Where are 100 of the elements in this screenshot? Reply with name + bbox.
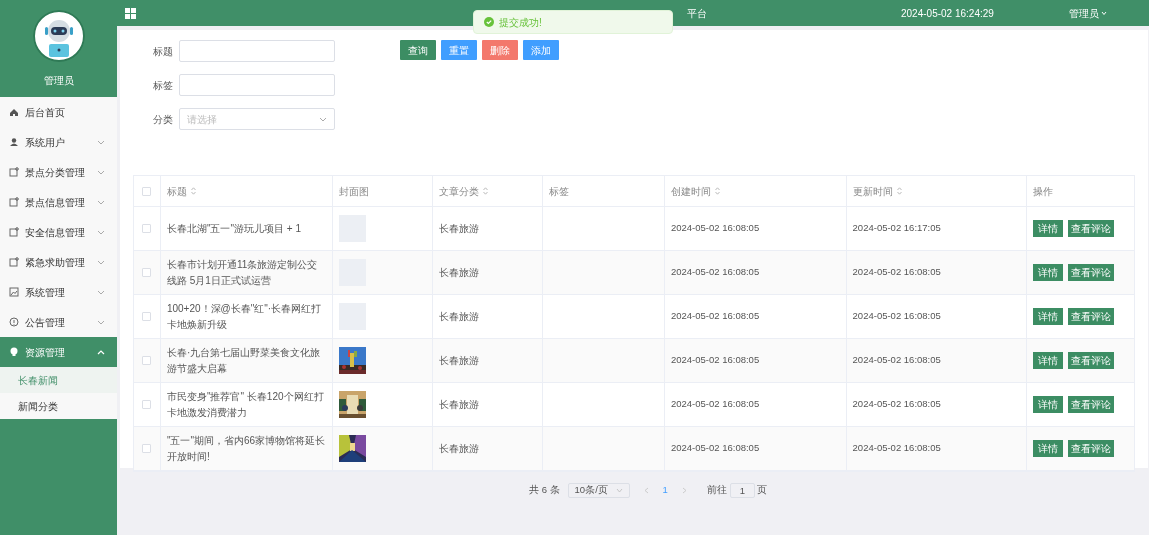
table-cell-text: 长春市计划开通11条旅游定制公交线路 5月1日正式试运营 xyxy=(166,257,319,288)
comments-button[interactable]: 查看评论 xyxy=(1068,308,1115,325)
chevron-down-icon xyxy=(97,138,105,146)
details-button[interactable]: 详情 xyxy=(1033,396,1064,413)
action-button[interactable]: 添加 xyxy=(523,40,559,60)
menu-item[interactable]: 后台首页 xyxy=(0,97,117,127)
column-header[interactable]: 封面图 xyxy=(338,183,369,199)
user-name: 管理员 xyxy=(43,74,74,88)
sort-icon xyxy=(896,187,902,195)
page-size-select[interactable]: 10条/页 xyxy=(567,483,630,498)
table-cell: 2024-05-02 16:08:05 xyxy=(852,309,941,324)
checkbox[interactable] xyxy=(142,356,152,365)
sort-icon xyxy=(190,187,196,195)
menu-item[interactable]: 景点信息管理 xyxy=(0,187,117,217)
document-icon xyxy=(9,227,19,237)
column-header[interactable]: 标签 xyxy=(549,183,570,199)
page-number[interactable]: 1 xyxy=(656,483,674,498)
submenu-item[interactable]: 新闻分类 xyxy=(0,393,117,419)
comments-button[interactable]: 查看评论 xyxy=(1068,220,1115,237)
table-cell-text: "五一"期间，省内66家博物馆将延长开放时间! xyxy=(166,433,326,464)
table-cell-text: 长春旅游 xyxy=(439,222,480,236)
column-header[interactable]: 文章分类 xyxy=(439,183,489,199)
table-cell: 2024-05-02 16:08:05 xyxy=(852,353,941,368)
text-input[interactable] xyxy=(179,74,335,96)
table-cell-text: 市民变身"推荐官" 长春120个网红打卡地激发消费潜力 xyxy=(166,389,325,420)
details-button[interactable]: 详情 xyxy=(1033,440,1064,457)
text-input[interactable] xyxy=(179,40,335,62)
checkbox[interactable] xyxy=(142,444,152,453)
menu-item[interactable]: 系统管理 xyxy=(0,277,117,307)
table-cell: 2024-05-02 16:08:05 xyxy=(670,221,760,236)
comments-button[interactable]: 查看评论 xyxy=(1068,396,1115,413)
action-button[interactable]: 查询 xyxy=(400,40,436,60)
next-page-icon xyxy=(681,487,687,494)
field-label: 标题 xyxy=(152,44,173,59)
chevron-up-icon xyxy=(97,348,105,356)
field-label: 分类 xyxy=(152,112,173,127)
date-time: 2024-05-02 16:24:29 xyxy=(901,6,994,21)
details-button[interactable]: 详情 xyxy=(1033,308,1064,325)
table-cell: 2024-05-02 16:08:05 xyxy=(670,397,760,412)
table-cell: 2024-05-02 16:08:05 xyxy=(670,309,760,324)
column-header[interactable]: 创建时间 xyxy=(670,183,720,199)
menu-item[interactable]: 系统用户 xyxy=(0,127,117,157)
user-icon xyxy=(9,137,19,147)
chevron-down-icon xyxy=(97,288,105,296)
table-cell: 2024-05-02 16:08:05 xyxy=(670,265,760,280)
sort-icon xyxy=(714,187,720,195)
action-button[interactable]: 删除 xyxy=(482,40,518,60)
table-cell: 2024-05-02 16:08:05 xyxy=(852,441,941,456)
column-header[interactable]: 标题 xyxy=(166,183,196,199)
check-circle-icon xyxy=(484,17,494,27)
table-cell-text: 长春旅游 xyxy=(439,310,480,324)
checkbox[interactable] xyxy=(142,224,152,233)
chevron-down-icon xyxy=(615,488,623,493)
image-icon xyxy=(9,287,19,297)
field-label: 标签 xyxy=(152,78,173,93)
details-button[interactable]: 详情 xyxy=(1033,352,1064,369)
toast-message: 提交成功! xyxy=(499,15,542,30)
chevron-down-icon xyxy=(319,115,327,123)
menu-item[interactable]: 紧急求助管理 xyxy=(0,247,117,277)
submenu-item[interactable]: 长春新闻 xyxy=(0,367,117,393)
menu-item[interactable]: 景点分类管理 xyxy=(0,157,117,187)
home-icon xyxy=(9,107,19,117)
column-header[interactable]: 更新时间 xyxy=(852,183,902,199)
table-cell: 2024-05-02 16:08:05 xyxy=(852,265,941,280)
table-cell-text: 长春旅游 xyxy=(439,266,480,280)
comments-button[interactable]: 查看评论 xyxy=(1068,352,1115,369)
comments-button[interactable]: 查看评论 xyxy=(1068,264,1115,281)
grid-menu-icon xyxy=(125,7,136,19)
comments-button[interactable]: 查看评论 xyxy=(1068,440,1115,457)
sort-icon xyxy=(483,187,489,195)
caret-icon xyxy=(1100,10,1107,16)
page-input[interactable]: 1 xyxy=(729,483,755,498)
details-button[interactable]: 详情 xyxy=(1033,264,1064,281)
lightbulb-icon xyxy=(9,347,19,357)
checkbox[interactable] xyxy=(142,312,152,321)
menu-item[interactable]: 公告管理 xyxy=(0,307,117,337)
details-button[interactable]: 详情 xyxy=(1033,220,1064,237)
table-cell-text: 长春旅游 xyxy=(439,442,480,456)
page-title: 平台 xyxy=(687,6,708,21)
total-count: 共 6 条 xyxy=(529,483,560,498)
menu-item[interactable]: 安全信息管理 xyxy=(0,217,117,247)
table-cell: 2024-05-02 16:08:05 xyxy=(670,441,760,456)
checkbox[interactable] xyxy=(142,400,152,409)
checkbox[interactable] xyxy=(142,268,152,277)
table-cell-text: 长春旅游 xyxy=(439,398,480,412)
document-icon xyxy=(9,257,19,267)
user-menu[interactable]: 管理员 xyxy=(1068,5,1107,21)
column-header[interactable]: 操作 xyxy=(1033,183,1054,199)
checkbox[interactable] xyxy=(142,186,152,196)
document-icon xyxy=(9,167,19,177)
action-button[interactable]: 重置 xyxy=(441,40,477,60)
menu-item[interactable]: 资源管理 xyxy=(0,337,117,367)
chevron-down-icon xyxy=(97,168,105,176)
table-cell-text: 长春北湖"五一"游玩儿项目 + 1 xyxy=(166,221,301,236)
table-cell: 2024-05-02 16:17:05 xyxy=(852,221,941,236)
table-cell-text: 100+20！深@长春"红"·长春网红打卡地焕新升级 xyxy=(166,301,323,332)
chevron-down-icon xyxy=(97,198,105,206)
previous-page-icon xyxy=(643,487,649,494)
goto-label: 前往 xyxy=(706,483,727,498)
table-cell-text: 长春·九台第七届山野菜美食文化旅游节盛大启幕 xyxy=(166,345,322,376)
